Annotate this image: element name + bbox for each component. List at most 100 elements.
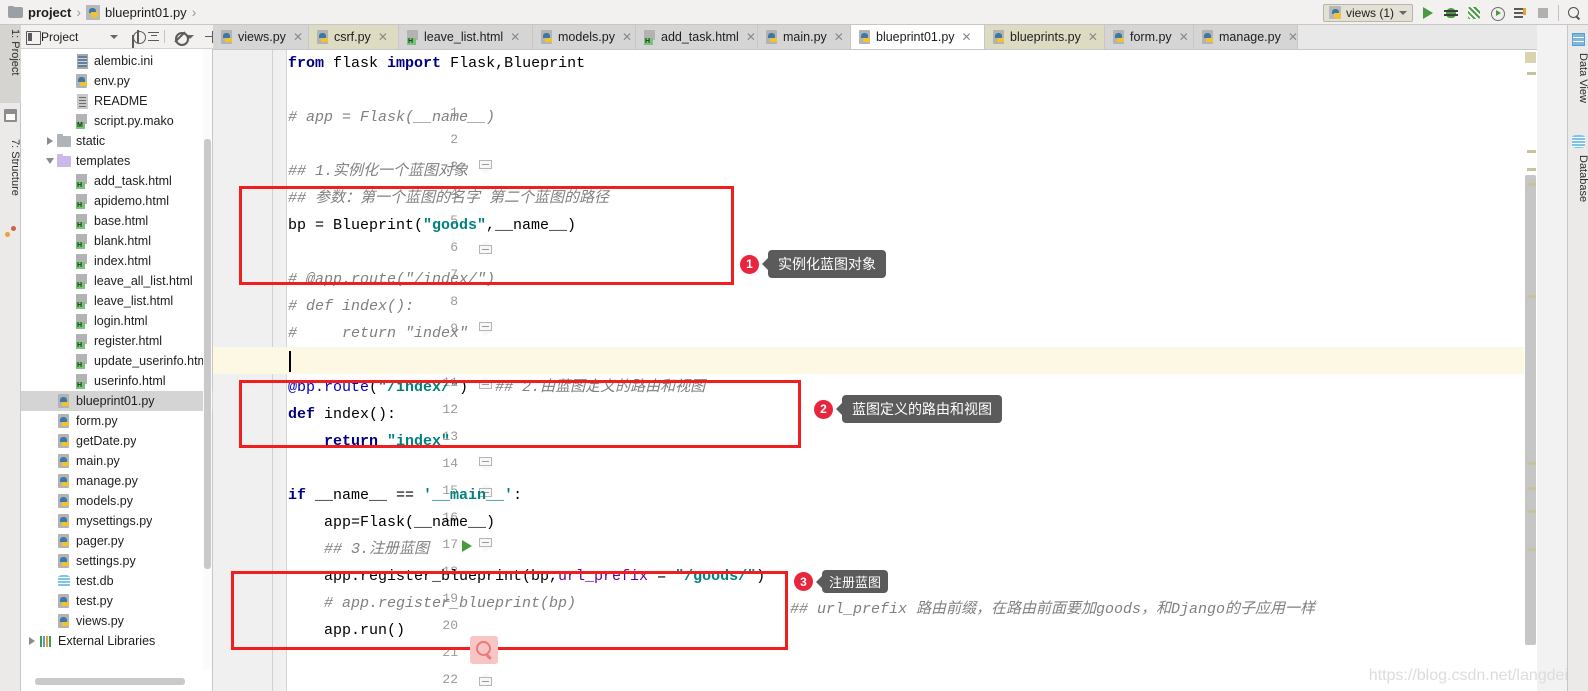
tree-item-blank-html[interactable]: Hblank.html [21, 231, 213, 251]
chevron-down-icon[interactable] [110, 34, 119, 39]
tree-item-manage-py[interactable]: manage.py [21, 471, 213, 491]
tree-item-form-py[interactable]: form.py [21, 411, 213, 431]
tree-item-label: mysettings.py [76, 514, 153, 528]
scrollbar-thumb[interactable] [204, 139, 211, 569]
sidebar-item-database[interactable]: Database [1568, 155, 1588, 202]
close-icon[interactable]: ✕ [378, 30, 388, 44]
editor-mark[interactable] [1527, 150, 1536, 153]
run-configuration-selector[interactable]: views (1) [1322, 3, 1413, 22]
tree-item-alembic-ini[interactable]: alembic.ini [21, 51, 213, 71]
editor-mark[interactable] [1527, 168, 1536, 171]
tree-item-readme[interactable]: README [21, 91, 213, 111]
locate-icon[interactable] [132, 29, 147, 44]
tree-item-blueprint01-py[interactable]: blueprint01.py [21, 391, 213, 411]
tree-item-update-userinfo-html[interactable]: Hupdate_userinfo.html [21, 351, 213, 371]
editor-tab-manage-py[interactable]: manage.py ✕ [1194, 25, 1298, 49]
tree-item-register-html[interactable]: Hregister.html [21, 331, 213, 351]
close-icon[interactable]: ✕ [1288, 30, 1298, 44]
editor-mark[interactable] [1527, 295, 1536, 298]
editor-mark[interactable] [1527, 72, 1536, 75]
code-editor[interactable]: 12345678910111213141516171819202122 from… [213, 50, 1537, 691]
project-view-icon[interactable] [26, 30, 41, 45]
editor-tab-csrf-py[interactable]: csrf.py ✕ [309, 25, 399, 49]
tree-item-leave-list-html[interactable]: Hleave_list.html [21, 291, 213, 311]
editor-mark[interactable] [1527, 487, 1536, 490]
code-line-10: # def index(): [288, 298, 415, 315]
editor-tab-blueprint01-py[interactable]: blueprint01.py ✕ [851, 25, 985, 49]
editor-tab-models-py[interactable]: models.py ✕ [533, 25, 636, 49]
tree-item-mysettings-py[interactable]: mysettings.py [21, 511, 213, 531]
tree-item-env-py[interactable]: env.py [21, 71, 213, 91]
close-icon[interactable]: ✕ [293, 30, 303, 44]
python-file-icon [57, 473, 72, 489]
folder-icon [57, 133, 72, 149]
tree-item-label: alembic.ini [94, 54, 154, 68]
tree-item-main-py[interactable]: main.py [21, 451, 213, 471]
editor-mark[interactable] [1527, 510, 1536, 513]
editor-tab-bar[interactable]: views.py ✕ csrf.py ✕ Hleave_list.html ✕ models… [213, 25, 1537, 50]
hide-panel-icon[interactable] [204, 30, 214, 44]
sidebar-item-structure[interactable]: 7: Structure [0, 135, 21, 221]
project-file-tree[interactable]: alembic.ini env.py README Mscript.py.mako st… [21, 49, 213, 669]
editor-tab-blueprints-py[interactable]: blueprints.py ✕ [985, 25, 1105, 49]
debug-icon[interactable] [1443, 5, 1459, 21]
tree-item-external-libraries[interactable]: External Libraries [21, 631, 213, 651]
coverage-icon[interactable] [1466, 5, 1482, 21]
editor-mark[interactable] [1527, 462, 1536, 465]
tree-item-getdate-py[interactable]: getDate.py [21, 431, 213, 451]
chevron-down-icon[interactable] [43, 158, 57, 164]
tree-item-leave-all-list-html[interactable]: Hleave_all_list.html [21, 271, 213, 291]
profile-icon[interactable] [1489, 5, 1505, 21]
tree-horizontal-scrollbar[interactable] [21, 677, 213, 686]
close-icon[interactable]: ✕ [510, 30, 520, 44]
tree-item-static[interactable]: static [21, 131, 213, 151]
sidebar-item-data-view[interactable]: Data View [1568, 53, 1588, 103]
tree-item-userinfo-html[interactable]: Huserinfo.html [21, 371, 213, 391]
editor-tab-form-py[interactable]: form.py ✕ [1105, 25, 1194, 49]
attach-icon[interactable] [1512, 5, 1528, 21]
close-icon[interactable]: ✕ [834, 30, 844, 44]
tree-item-models-py[interactable]: models.py [21, 491, 213, 511]
breadcrumb-item-project[interactable]: project [8, 5, 71, 20]
tree-item-add-task-html[interactable]: Hadd_task.html [21, 171, 213, 191]
tree-item-apidemo-html[interactable]: Hapidemo.html [21, 191, 213, 211]
tree-item-login-html[interactable]: Hlogin.html [21, 311, 213, 331]
editor-tab-main-py[interactable]: main.py ✕ [758, 25, 851, 49]
scrollbar-thumb[interactable] [35, 678, 185, 685]
sidebar-item-project[interactable]: 1: Project [0, 25, 21, 103]
editor-vertical-scrollbar[interactable] [1524, 50, 1537, 691]
chevron-right-icon[interactable] [25, 637, 39, 645]
chevron-right-icon[interactable] [43, 137, 57, 145]
breadcrumb-item-file[interactable]: blueprint01.py [86, 4, 187, 20]
tree-item-test-py[interactable]: test.py [21, 591, 213, 611]
code-text-area[interactable]: from flask import Flask,Blueprint # app … [213, 50, 1537, 691]
close-icon[interactable]: ✕ [962, 30, 972, 44]
close-icon[interactable]: ✕ [1179, 30, 1189, 44]
close-icon[interactable]: ✕ [622, 30, 632, 44]
inspection-status-marker[interactable] [1525, 52, 1536, 63]
editor-tab-leave-list-html[interactable]: Hleave_list.html ✕ [399, 25, 533, 49]
breadcrumb-label: blueprint01.py [105, 4, 187, 20]
run-icon[interactable] [1420, 5, 1436, 21]
python-file-icon [858, 30, 871, 44]
close-icon[interactable]: ✕ [1088, 30, 1098, 44]
tree-item-settings-py[interactable]: settings.py [21, 551, 213, 571]
editor-mark[interactable] [1527, 548, 1536, 551]
tree-item-views-py[interactable]: views.py [21, 611, 213, 631]
collapse-all-icon[interactable] [147, 30, 160, 44]
editor-tab-views-py[interactable]: views.py ✕ [213, 25, 309, 49]
tree-vertical-scrollbar[interactable] [203, 49, 212, 669]
editor-tab-add-task-html[interactable]: Hadd_task.html ✕ [636, 25, 758, 49]
settings-gear-icon[interactable] [173, 30, 189, 46]
tree-item-templates[interactable]: templates [21, 151, 213, 171]
tree-item-index-html[interactable]: Hindex.html [21, 251, 213, 271]
editor-tab-label: csrf.py [334, 30, 371, 44]
tree-item-script-py-mako[interactable]: Mscript.py.mako [21, 111, 213, 131]
tree-item-pager-py[interactable]: pager.py [21, 531, 213, 551]
tree-item-base-html[interactable]: Hbase.html [21, 211, 213, 231]
search-everywhere-icon[interactable] [1566, 5, 1582, 21]
editor-mark[interactable] [1527, 183, 1536, 186]
tree-item-test-db[interactable]: test.db [21, 571, 213, 591]
scrollbar-thumb[interactable] [1525, 175, 1536, 645]
close-icon[interactable]: ✕ [746, 30, 756, 44]
